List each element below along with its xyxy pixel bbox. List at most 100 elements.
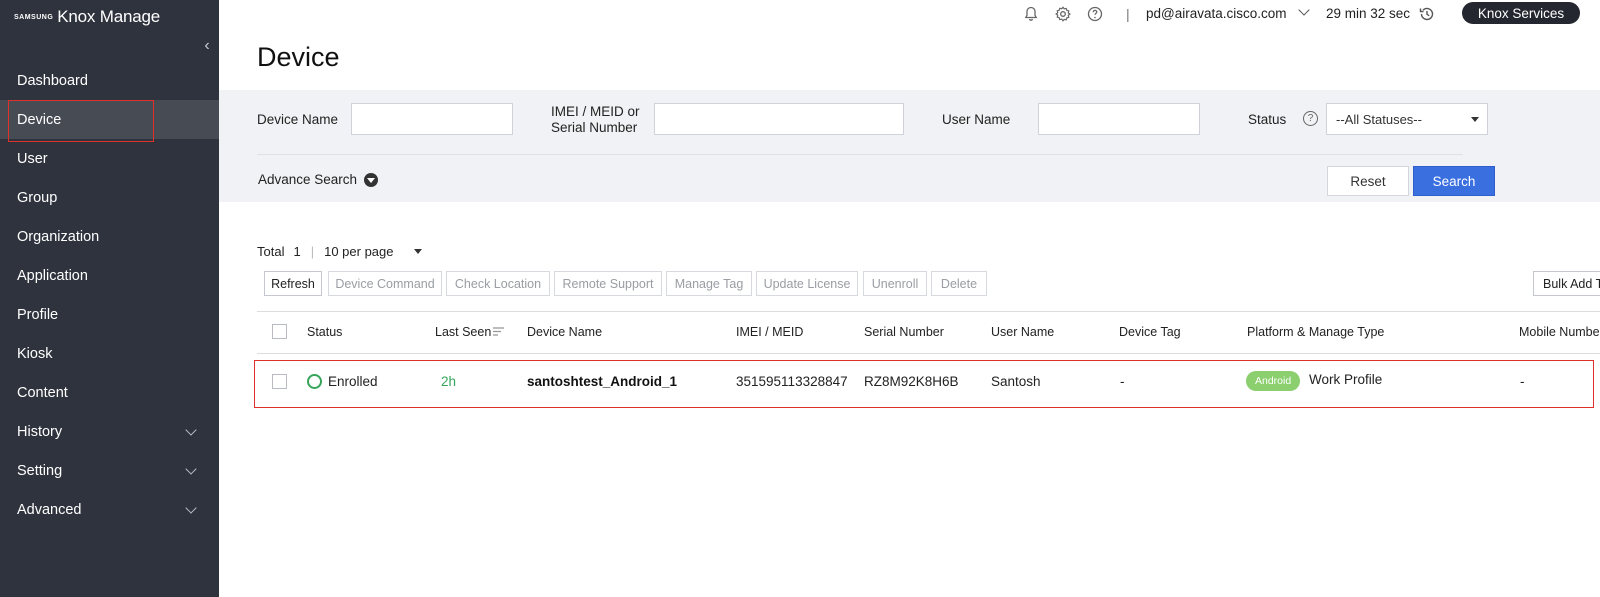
topbar-separator: | (1126, 6, 1130, 22)
sidebar-item-content[interactable]: Content (0, 373, 219, 412)
per-page-value: 10 per page (324, 244, 394, 259)
column-header-mobile[interactable]: Mobile Numbe (1519, 325, 1600, 339)
top-bar: | pd@airavata.cisco.com 29 min 32 sec Kn… (219, 0, 1600, 28)
user-name-label: User Name (942, 112, 1011, 127)
column-header-status[interactable]: Status (307, 325, 342, 339)
knox-manage-logo[interactable]: SAMSUNG Knox Manage (14, 6, 160, 28)
refresh-button[interactable]: Refresh (264, 271, 322, 296)
bell-icon[interactable] (1023, 6, 1039, 22)
sidebar-item-profile[interactable]: Profile (0, 295, 219, 334)
sort-icon[interactable] (493, 327, 505, 337)
imei-label-line1: IMEI / MEID or (551, 104, 640, 119)
row-serial: RZ8M92K8H6B (864, 374, 959, 389)
brand-product: Knox Manage (57, 7, 160, 26)
device-command-button[interactable]: Device Command (328, 271, 442, 296)
column-header-device-name[interactable]: Device Name (527, 325, 602, 339)
row-checkbox[interactable] (272, 374, 287, 389)
remote-support-button[interactable]: Remote Support (554, 271, 662, 296)
per-page-select[interactable]: 10 per page (324, 244, 422, 259)
account-email[interactable]: pd@airavata.cisco.com (1146, 6, 1287, 21)
total-label: Total (257, 244, 285, 259)
sidebar-nav: Dashboard Device User Group Organization… (0, 61, 219, 529)
row-user-name[interactable]: Santosh (991, 374, 1041, 389)
chevron-down-icon (185, 463, 197, 475)
sidebar-item-dashboard[interactable]: Dashboard (0, 61, 219, 100)
sidebar-item-device[interactable]: Device (0, 100, 219, 142)
help-icon[interactable] (1087, 6, 1103, 22)
column-header-platform[interactable]: Platform & Manage Type (1247, 325, 1384, 339)
row-status: Enrolled (328, 374, 378, 389)
status-enrolled-icon (307, 374, 322, 389)
imei-label-line2: Serial Number (551, 120, 638, 135)
sidebar-item-kiosk[interactable]: Kiosk (0, 334, 219, 373)
total-count: 1 (293, 244, 301, 259)
row-imei: 351595113328847 (736, 374, 848, 389)
sidebar-item-advanced[interactable]: Advanced (0, 490, 219, 529)
sidebar-item-organization[interactable]: Organization (0, 217, 219, 256)
bulk-add-button[interactable]: Bulk Add T (1533, 271, 1600, 296)
column-header-serial[interactable]: Serial Number (864, 325, 944, 339)
sidebar-item-label: Profile (17, 306, 59, 323)
session-timer: 29 min 32 sec (1326, 6, 1411, 21)
search-button[interactable]: Search (1413, 166, 1495, 196)
dropdown-arrow-icon (1471, 117, 1479, 122)
sidebar-item-application[interactable]: Application (0, 256, 219, 295)
page-title: Device (257, 42, 340, 72)
manage-tag-button[interactable]: Manage Tag (666, 271, 752, 296)
status-help-icon[interactable]: ? (1303, 111, 1318, 126)
collapse-sidebar-icon[interactable]: ‹ (200, 38, 214, 54)
column-header-imei[interactable]: IMEI / MEID (736, 325, 803, 339)
search-divider (257, 154, 1463, 155)
sidebar-item-label: Setting (17, 462, 63, 479)
advance-search-label: Advance Search (258, 172, 358, 187)
sidebar-item-user[interactable]: User (0, 139, 219, 178)
column-header-user-name[interactable]: User Name (991, 325, 1054, 339)
sidebar-item-label: History (17, 423, 63, 440)
sidebar-item-group[interactable]: Group (0, 178, 219, 217)
status-select-value: --All Statuses-- (1336, 111, 1422, 127)
results-summary: Total 1 | 10 per page (257, 244, 422, 259)
dropdown-arrow-icon (413, 249, 422, 254)
sidebar-item-history[interactable]: History (0, 412, 219, 451)
sidebar-item-label: Dashboard (17, 72, 88, 89)
advance-search-toggle[interactable]: Advance Search (258, 172, 379, 187)
sidebar-item-label: User (17, 150, 48, 167)
chevron-down-icon[interactable] (1298, 4, 1310, 16)
status-select[interactable]: --All Statuses-- (1326, 103, 1488, 135)
row-mobile: - (1520, 374, 1525, 389)
row-device-name[interactable]: santoshtest_Android_1 (527, 374, 677, 389)
device-name-label: Device Name (257, 112, 339, 127)
sidebar-item-label: Kiosk (17, 345, 53, 362)
table-header-border (257, 353, 1600, 354)
brand-samsung: SAMSUNG (14, 13, 54, 21)
sidebar: SAMSUNG Knox Manage ‹ Dashboard Device U… (0, 0, 219, 597)
table-top-border (257, 311, 1600, 312)
update-license-button[interactable]: Update License (756, 271, 858, 296)
delete-button[interactable]: Delete (931, 271, 987, 296)
column-header-device-tag[interactable]: Device Tag (1119, 325, 1181, 339)
sidebar-item-label: Organization (17, 228, 100, 245)
check-location-button[interactable]: Check Location (446, 271, 550, 296)
user-name-input[interactable] (1038, 103, 1200, 135)
sidebar-item-label: Advanced (17, 501, 82, 518)
knox-services-button[interactable]: Knox Services (1462, 2, 1580, 24)
column-header-last-seen[interactable]: Last Seen (435, 325, 491, 339)
device-name-input[interactable] (351, 103, 513, 135)
sidebar-item-label: Application (17, 267, 88, 284)
sidebar-item-setting[interactable]: Setting (0, 451, 219, 490)
status-label: Status (1248, 112, 1287, 127)
gear-icon[interactable] (1055, 6, 1071, 22)
sidebar-item-label: Device (17, 111, 62, 128)
chevron-down-icon (185, 424, 197, 436)
reset-button[interactable]: Reset (1327, 166, 1409, 196)
select-all-checkbox[interactable] (272, 324, 287, 339)
search-panel: Device Name IMEI / MEID or Serial Number… (219, 90, 1600, 202)
row-last-seen: 2h (441, 374, 457, 389)
expand-circle-icon (364, 172, 379, 187)
imei-serial-input[interactable] (654, 103, 904, 135)
row-manage-type: Work Profile (1309, 372, 1383, 387)
history-icon[interactable] (1418, 5, 1436, 23)
unenroll-button[interactable]: Unenroll (863, 271, 927, 296)
android-platform-badge: Android (1246, 371, 1301, 391)
sidebar-item-label: Content (17, 384, 68, 401)
